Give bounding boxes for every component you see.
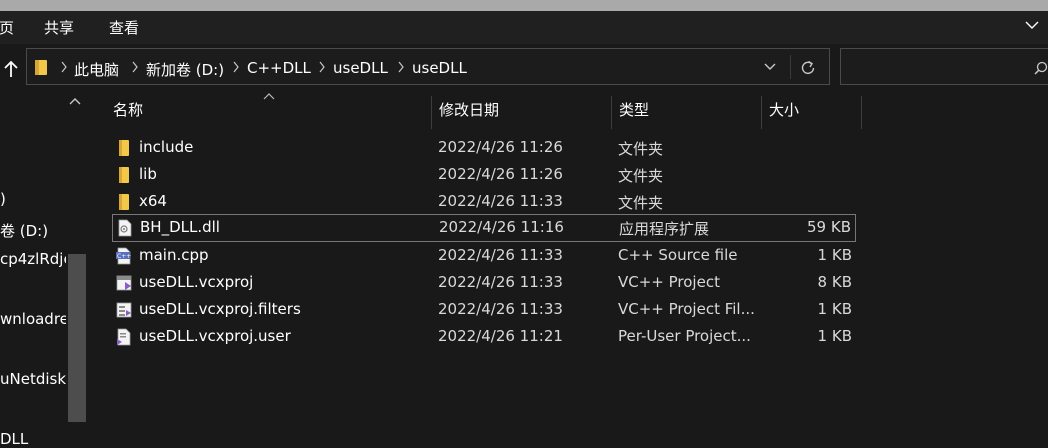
cpp-file-icon: C++ (116, 247, 131, 265)
file-row-vcxproj[interactable]: useDLL.vcxproj 2022/4/26 11:33 VC++ Proj… (112, 270, 856, 297)
breadcrumb-usedll-current[interactable]: useDLL (412, 59, 467, 77)
file-date: 2022/4/26 11:21 (438, 327, 563, 345)
navigation-pane: ) 卷 (D:) cp4zlRdje wnloadre uNetdiskl DL… (0, 90, 90, 448)
file-date: 2022/4/26 11:33 (438, 246, 563, 264)
file-name: x64 (139, 192, 167, 210)
file-name: BH_DLL.dll (140, 218, 220, 236)
file-size: 1 KB (817, 327, 852, 345)
tab-share[interactable]: 共享 (44, 17, 74, 38)
chevron-right-icon[interactable] (396, 60, 406, 74)
address-divider (790, 55, 791, 79)
refresh-icon[interactable] (799, 59, 817, 77)
breadcrumb-this-pc[interactable]: 此电脑 (74, 59, 119, 80)
column-divider[interactable] (611, 96, 612, 129)
file-date: 2022/4/26 11:33 (438, 192, 563, 210)
file-row-vcxproj-user[interactable]: useDLL.vcxproj.user 2022/4/26 11:21 Per-… (112, 324, 856, 351)
file-date: 2022/4/26 11:33 (438, 273, 563, 291)
nav-item-downloads[interactable]: wnloadre (0, 310, 66, 328)
folder-icon (119, 167, 129, 183)
vcxproj-file-icon (116, 275, 132, 291)
search-box[interactable] (840, 48, 1048, 85)
file-name: include (139, 138, 194, 156)
address-bar[interactable]: 此电脑 新加卷 (D:) C++DLL useDLL useDLL (26, 48, 830, 85)
chevron-right-icon[interactable] (130, 60, 140, 74)
nav-item[interactable]: cp4zlRdje (0, 250, 66, 268)
file-row-lib[interactable]: lib 2022/4/26 11:26 文件夹 (112, 162, 856, 189)
window-top-strip (0, 0, 1048, 11)
nav-scrollbar-thumb[interactable] (68, 254, 86, 422)
file-type: VC++ Project Fil... (618, 300, 755, 318)
folder-icon (35, 60, 47, 75)
file-size: 8 KB (817, 273, 852, 291)
ribbon-tabs: 页 共享 查看 (0, 11, 1048, 44)
file-date: 2022/4/26 11:33 (438, 300, 563, 318)
dll-file-icon (118, 219, 132, 237)
nav-item-netdisk[interactable]: uNetdiskl (0, 370, 66, 388)
breadcrumb-drive-d[interactable]: 新加卷 (D:) (146, 59, 224, 80)
column-date-modified[interactable]: 修改日期 (434, 96, 611, 129)
chevron-right-icon[interactable] (231, 60, 241, 74)
file-type: 文件夹 (618, 140, 664, 158)
file-row-main-cpp[interactable]: C++ main.cpp 2022/4/26 11:33 C++ Source … (112, 243, 856, 270)
column-name[interactable]: 名称 (108, 96, 431, 129)
column-divider[interactable] (761, 96, 762, 129)
column-size[interactable]: 大小 (764, 96, 861, 129)
file-size: 1 KB (817, 300, 852, 318)
file-type: 文件夹 (618, 194, 664, 212)
file-date: 2022/4/26 11:26 (438, 165, 563, 183)
folder-icon (119, 194, 129, 210)
file-row-x64[interactable]: x64 2022/4/26 11:33 文件夹 (112, 189, 856, 216)
chevron-right-icon[interactable] (59, 60, 69, 74)
nav-item-dll[interactable]: DLL (0, 430, 66, 448)
file-type: C++ Source file (618, 246, 738, 264)
column-divider[interactable] (861, 96, 862, 129)
nav-item[interactable]: ) (0, 190, 66, 208)
file-type: 文件夹 (618, 167, 664, 185)
navigation-bar: 此电脑 新加卷 (D:) C++DLL useDLL useDLL (0, 44, 1048, 90)
file-name: lib (139, 165, 157, 183)
file-type: 应用程序扩展 (619, 220, 710, 238)
scroll-up-chevron-icon[interactable] (68, 96, 82, 106)
file-date: 2022/4/26 11:26 (438, 138, 563, 156)
file-size: 1 KB (817, 246, 852, 264)
column-divider[interactable] (431, 96, 432, 129)
up-arrow-icon[interactable] (3, 60, 19, 78)
file-name: useDLL.vcxproj.filters (139, 300, 301, 318)
user-file-icon (117, 328, 131, 346)
file-name: main.cpp (139, 246, 209, 264)
file-list-view: 名称 修改日期 类型 大小 include 2022/4/26 11:26 文件… (90, 90, 1048, 446)
chevron-right-icon[interactable] (317, 60, 327, 74)
chevron-down-icon[interactable] (763, 62, 777, 72)
tab-view[interactable]: 查看 (109, 17, 139, 38)
nav-item-drive-d[interactable]: 卷 (D:) (0, 220, 66, 241)
search-icon[interactable] (1034, 61, 1048, 75)
breadcrumb-usedll[interactable]: useDLL (333, 59, 388, 77)
file-row-include[interactable]: include 2022/4/26 11:26 文件夹 (112, 135, 856, 162)
file-type: Per-User Project... (618, 327, 751, 345)
file-row-vcxproj-filters[interactable]: useDLL.vcxproj.filters 2022/4/26 11:33 V… (112, 297, 856, 324)
file-type: VC++ Project (618, 273, 720, 291)
file-name: useDLL.vcxproj (139, 273, 254, 291)
file-name: useDLL.vcxproj.user (139, 327, 291, 345)
file-date: 2022/4/26 11:16 (439, 218, 564, 236)
tab-home[interactable]: 页 (0, 17, 14, 38)
ribbon-expand-chevron-icon[interactable] (1024, 17, 1040, 33)
svg-text:C++: C++ (117, 253, 131, 260)
column-header: 名称 修改日期 类型 大小 (108, 96, 898, 129)
breadcrumb-cppdll[interactable]: C++DLL (247, 59, 311, 77)
file-size: 59 KB (807, 218, 851, 236)
file-row-bh-dll[interactable]: BH_DLL.dll 2022/4/26 11:16 应用程序扩展 59 KB (112, 214, 856, 242)
column-type[interactable]: 类型 (614, 96, 761, 129)
folder-icon (119, 140, 129, 156)
filters-file-icon (116, 302, 132, 318)
